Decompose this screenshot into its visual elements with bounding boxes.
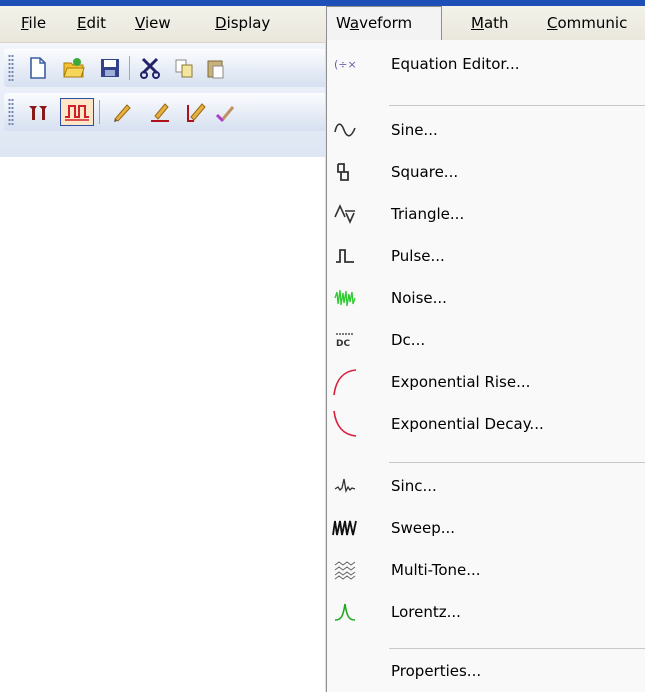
freehand-draw-icon[interactable] [182,98,210,126]
menu-edit[interactable]: Edit [68,6,115,42]
menu-item-multi-tone[interactable]: Multi-Tone... [327,550,645,590]
triangle-icon [330,199,360,229]
svg-text:DC: DC [336,339,350,349]
waveform-view-icon[interactable] [60,98,94,126]
menu-item-label: Sweep... [391,519,456,537]
menu-item-pulse[interactable]: Pulse... [327,236,645,276]
menu-item-exponential-rise[interactable]: Exponential Rise... [327,362,645,402]
sinc-icon [330,471,360,501]
toolbar-grip[interactable] [8,98,14,126]
waveform-menu: (÷×) Equation Editor... Sine... Square..… [326,40,645,692]
cut-icon[interactable] [136,54,164,82]
menu-item-label: Sine... [391,121,438,139]
menu-item-label: Pulse... [391,247,445,265]
menu-item-label: Exponential Rise... [391,373,531,391]
menu-item-label: Dc... [391,331,426,349]
menu-item-square[interactable]: Square... [327,152,645,192]
exp-rise-icon [330,367,360,397]
new-file-icon[interactable] [24,54,52,82]
menu-separator [389,462,645,463]
menu-item-label: Noise... [391,289,447,307]
menu-item-triangle[interactable]: Triangle... [327,194,645,234]
open-folder-icon[interactable] [60,54,88,82]
pulse-icon [330,241,360,271]
menu-item-dc[interactable]: DC Dc... [327,320,645,360]
toolbar-area [0,43,326,157]
copy-icon[interactable] [170,54,198,82]
waveform-toolbar [4,93,326,131]
toolbar-grip[interactable] [8,54,14,82]
menu-bar: File Edit View Display Waveform Math Com… [0,6,645,43]
exp-decay-icon [330,409,360,439]
eraser-icon[interactable] [210,98,238,126]
menu-item-properties[interactable]: Properties... [327,651,645,691]
menu-item-noise[interactable]: Noise... [327,278,645,318]
menu-item-sinc[interactable]: Sinc... [327,466,645,506]
markers-icon[interactable] [24,98,52,126]
menu-waveform[interactable]: Waveform [326,6,442,42]
menu-file[interactable]: File [12,6,55,42]
menu-item-label: Triangle... [391,205,465,223]
menu-item-sine[interactable]: Sine... [327,110,645,150]
svg-text:(÷×): (÷×) [334,58,357,71]
menu-separator [389,105,645,106]
standard-toolbar [4,49,326,87]
menu-item-lorentz[interactable]: Lorentz... [327,592,645,632]
menu-item-label: Properties... [391,662,482,680]
paste-icon[interactable] [202,54,230,82]
menu-item-label: Exponential Decay... [391,415,544,433]
pencil-icon[interactable] [108,98,136,126]
toolbar-separator [129,56,130,80]
menu-display[interactable]: Display [206,6,279,42]
menu-item-equation-editor[interactable]: (÷×) Equation Editor... [327,44,645,84]
dc-icon: DC [330,325,360,355]
multitone-icon [330,555,360,585]
menu-communic[interactable]: Communic [538,6,636,42]
save-icon[interactable] [96,54,124,82]
menu-item-exponential-decay[interactable]: Exponential Decay... [327,404,645,444]
menu-item-label: Sinc... [391,477,437,495]
equation-icon: (÷×) [330,49,360,79]
toolbar-separator [99,100,100,124]
line-draw-icon[interactable] [146,98,174,126]
menu-view[interactable]: View [126,6,180,42]
sine-icon [330,115,360,145]
menu-item-label: Multi-Tone... [391,561,481,579]
menu-item-label: Square... [391,163,459,181]
menu-math[interactable]: Math [462,6,518,42]
square-icon [330,157,360,187]
menu-item-sweep[interactable]: Sweep... [327,508,645,548]
menu-item-label: Lorentz... [391,603,461,621]
menu-item-label: Equation Editor... [391,55,520,73]
lorentz-icon [330,597,360,627]
menu-separator [389,648,645,649]
noise-icon [330,283,360,313]
sweep-icon [330,513,360,543]
